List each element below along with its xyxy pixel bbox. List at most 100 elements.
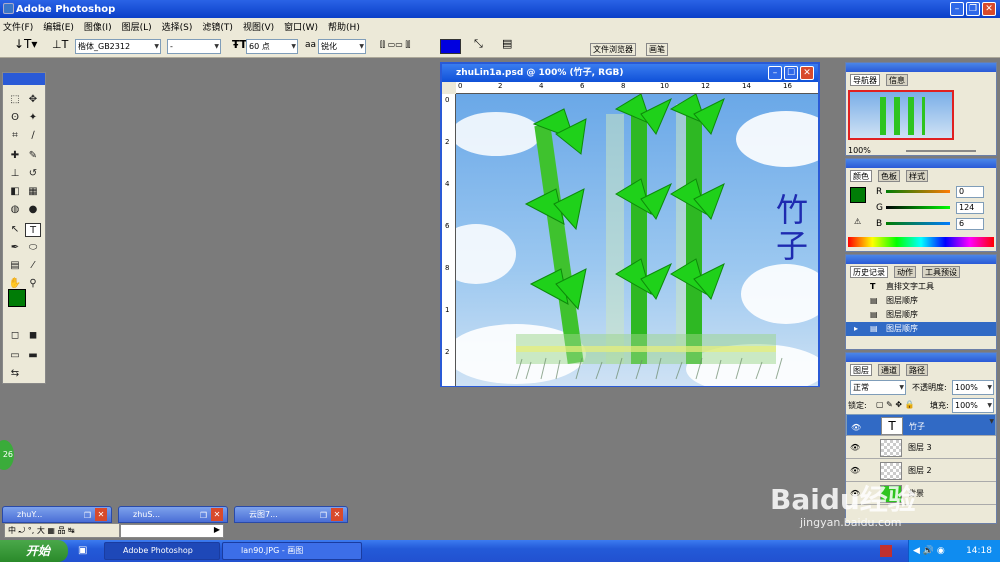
- doc-maximize-button[interactable]: ☐: [784, 66, 798, 80]
- magic-wand-icon[interactable]: ✦: [25, 111, 41, 125]
- tab-brushes[interactable]: 画笔: [646, 43, 668, 56]
- crop-tool-icon[interactable]: ⌗: [7, 129, 23, 143]
- history-item[interactable]: T 直排文字工具: [846, 280, 996, 294]
- color-spectrum[interactable]: [848, 237, 994, 247]
- font-style-select[interactable]: -: [167, 39, 221, 54]
- text-color-swatch[interactable]: [440, 39, 461, 54]
- tab-paths[interactable]: 路径: [906, 364, 928, 376]
- zoom-slider[interactable]: [906, 150, 976, 152]
- layer-row-text[interactable]: 👁 T 竹子: [846, 414, 996, 436]
- task-paint[interactable]: lan90.JPG - 画图: [222, 542, 362, 560]
- slice-tool-icon[interactable]: ∕: [25, 129, 41, 143]
- b-value[interactable]: 6: [956, 218, 984, 230]
- eye-icon[interactable]: 👁: [850, 443, 860, 452]
- quickmask-mode-icon[interactable]: ◼: [25, 329, 41, 343]
- eye-icon[interactable]: 👁: [850, 466, 860, 475]
- font-family-select[interactable]: 楷体_GB2312: [75, 39, 161, 54]
- menu-edit[interactable]: 编辑(E): [43, 20, 74, 33]
- g-slider[interactable]: [886, 206, 950, 209]
- eraser-tool-icon[interactable]: ◧: [7, 185, 23, 199]
- tab-color[interactable]: 颜色: [850, 170, 872, 182]
- brush-tool-icon[interactable]: ✎: [25, 149, 41, 163]
- navigator-thumbnail[interactable]: [848, 90, 954, 140]
- tab-history[interactable]: 历史记录: [850, 266, 888, 278]
- layer-row[interactable]: 👁 图层 3: [846, 437, 996, 459]
- align-icons[interactable]: ⫿⫿ ▭▭ ⫿⫿: [380, 40, 410, 50]
- antialias-select[interactable]: 锐化: [318, 39, 366, 54]
- color-fg-swatch[interactable]: [850, 187, 866, 203]
- menu-help[interactable]: 帮助(H): [328, 20, 360, 33]
- tab-info[interactable]: 信息: [886, 74, 908, 86]
- menu-layer[interactable]: 图层(L): [122, 20, 152, 33]
- b-slider[interactable]: [886, 222, 950, 225]
- menu-view[interactable]: 视图(V): [243, 20, 274, 33]
- standard-mode-icon[interactable]: ◻: [7, 329, 23, 343]
- history-item[interactable]: ▤ 图层顺序: [846, 308, 996, 322]
- marquee-tool-icon[interactable]: ⬚: [7, 93, 23, 107]
- eye-icon[interactable]: 👁: [851, 421, 861, 434]
- healing-brush-icon[interactable]: ✚: [7, 149, 23, 163]
- restore-button[interactable]: ❐: [966, 2, 980, 16]
- ime-toolbar[interactable]: 中 ⤾ °, 大 ▦ 品 ↹: [4, 523, 120, 538]
- pen-tool-icon[interactable]: ✒: [7, 241, 23, 255]
- fill-input[interactable]: 100%: [952, 398, 994, 413]
- lasso-tool-icon[interactable]: ʘ: [7, 111, 23, 125]
- ime-input[interactable]: ▶: [120, 524, 224, 538]
- tab-file-browser[interactable]: 文件浏览器: [590, 43, 636, 56]
- minimized-doc[interactable]: zhuY... ❐ ✕: [2, 506, 112, 523]
- notes-tool-icon[interactable]: ▤: [7, 259, 23, 273]
- tray-icon[interactable]: [880, 545, 892, 557]
- fullscreen-mode-icon[interactable]: ▬: [25, 349, 41, 363]
- tab-layers[interactable]: 图层: [850, 364, 872, 376]
- close-button[interactable]: ✕: [982, 2, 996, 16]
- minimize-button[interactable]: –: [950, 2, 964, 16]
- doc-minimize-button[interactable]: –: [768, 66, 782, 80]
- path-select-icon[interactable]: ↖: [7, 223, 23, 237]
- floating-badge[interactable]: 26: [0, 440, 14, 470]
- blur-tool-icon[interactable]: ◍: [7, 203, 23, 217]
- menu-window[interactable]: 窗口(W): [284, 20, 318, 33]
- doc-close-button[interactable]: ✕: [800, 66, 814, 80]
- menu-filter[interactable]: 滤镜(T): [202, 20, 233, 33]
- zoom-tool-icon[interactable]: ⚲: [25, 277, 41, 291]
- gradient-tool-icon[interactable]: ▦: [25, 185, 41, 199]
- imageready-icon[interactable]: ⇆: [7, 367, 23, 381]
- eyedropper-icon[interactable]: ⁄: [25, 259, 41, 273]
- shape-tool-icon[interactable]: ⬭: [25, 241, 41, 255]
- menu-select[interactable]: 选择(S): [162, 20, 193, 33]
- blend-mode-select[interactable]: 正常: [850, 380, 906, 395]
- quick-launch-icon[interactable]: ▣: [78, 545, 87, 556]
- tab-actions[interactable]: 动作: [894, 266, 916, 278]
- opacity-input[interactable]: 100%: [952, 380, 994, 395]
- play-icon[interactable]: ▶: [214, 525, 220, 534]
- minimized-doc[interactable]: 云图7... ❐ ✕: [234, 506, 348, 523]
- type-tool-icon[interactable]: ↓T▾: [14, 37, 37, 51]
- g-value[interactable]: 124: [956, 202, 984, 214]
- menu-file[interactable]: 文件(F): [3, 20, 33, 33]
- font-size-select[interactable]: 60 点: [246, 39, 298, 54]
- tab-swatches[interactable]: 色板: [878, 170, 900, 182]
- gamut-warning-icon[interactable]: ⚠: [854, 217, 861, 226]
- palette-toggle-icon[interactable]: ▤: [502, 37, 512, 50]
- lock-icons[interactable]: ▢ ✎ ✥ 🔒: [876, 400, 915, 409]
- stamp-tool-icon[interactable]: ⊥: [7, 167, 23, 181]
- move-tool-icon[interactable]: ✥: [25, 93, 41, 107]
- close-icon[interactable]: ✕: [211, 508, 223, 521]
- task-photoshop[interactable]: Adobe Photoshop: [104, 542, 220, 560]
- restore-icon[interactable]: ❐: [320, 508, 327, 523]
- dodge-tool-icon[interactable]: ●: [25, 203, 41, 217]
- image-canvas[interactable]: 竹子: [456, 94, 818, 386]
- type-tool-active-icon[interactable]: T: [25, 223, 41, 237]
- restore-icon[interactable]: ❐: [200, 508, 207, 523]
- foreground-color-swatch[interactable]: [8, 289, 26, 307]
- close-icon[interactable]: ✕: [331, 508, 343, 521]
- tray-icons[interactable]: ◀ 🔊 ◉: [913, 540, 945, 562]
- screen-mode-icon[interactable]: ▭: [7, 349, 23, 363]
- history-item[interactable]: ▤ 图层顺序: [846, 294, 996, 308]
- close-icon[interactable]: ✕: [95, 508, 107, 521]
- tab-navigator[interactable]: 导航器: [850, 74, 880, 86]
- tab-styles[interactable]: 样式: [906, 170, 928, 182]
- warp-text-icon[interactable]: ⤡: [474, 37, 483, 51]
- restore-icon[interactable]: ❐: [84, 508, 91, 523]
- tab-tool-presets[interactable]: 工具预设: [922, 266, 960, 278]
